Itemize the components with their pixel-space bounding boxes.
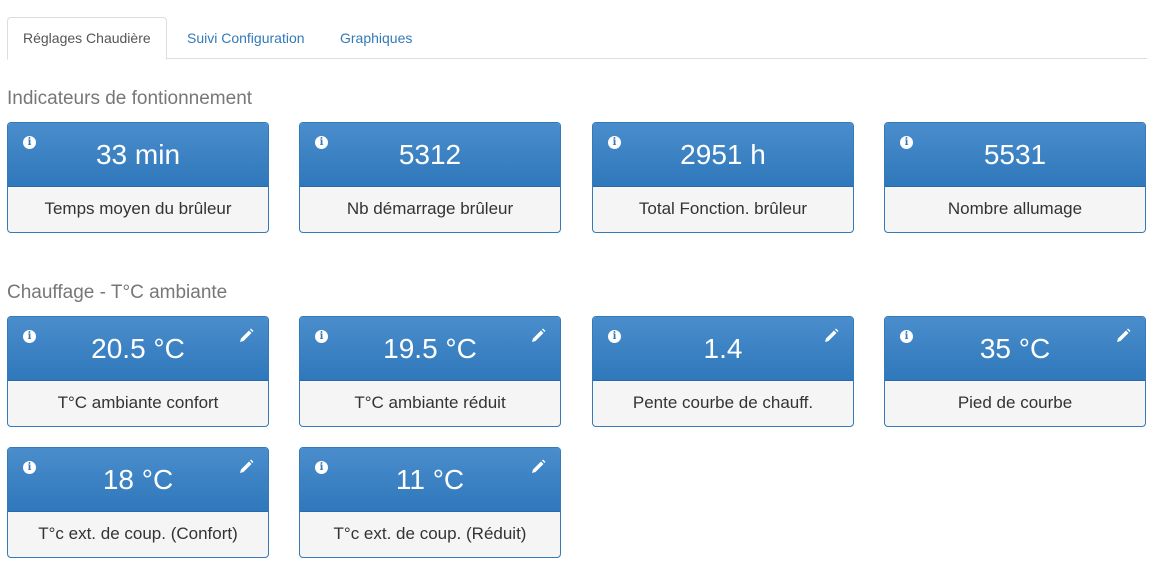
card-header: i 35 °C bbox=[885, 317, 1145, 381]
setting-card-coupure-reduit: i 11 °C T°c ext. de coup. (Réduit) bbox=[299, 447, 561, 558]
card-header: i 1.4 bbox=[593, 317, 853, 381]
setting-card-coupure-confort: i 18 °C T°c ext. de coup. (Confort) bbox=[7, 447, 269, 558]
card-value: 11 °C bbox=[395, 464, 465, 495]
card-value: 2951 h bbox=[680, 139, 766, 170]
card-label: Nombre allumage bbox=[947, 199, 1083, 218]
card-value: 5312 bbox=[398, 139, 462, 170]
card-label: T°c ext. de coup. (Réduit) bbox=[333, 524, 527, 543]
pencil-icon[interactable] bbox=[1115, 328, 1131, 344]
tab-bar: Réglages Chaudière Suivi Configuration G… bbox=[7, 17, 1147, 60]
card-value: 35 °C bbox=[979, 333, 1051, 364]
indicator-card-nb-demarrage: i 5312 Nb démarrage brûleur bbox=[299, 122, 561, 233]
tab-reglages-chaudiere[interactable]: Réglages Chaudière bbox=[7, 17, 167, 60]
card-value: 18 °C bbox=[102, 464, 174, 495]
card-label: Total Fonction. brûleur bbox=[638, 199, 808, 218]
setting-card-pente-courbe: i 1.4 Pente courbe de chauff. bbox=[592, 316, 854, 427]
card-value: 5531 bbox=[983, 139, 1047, 170]
card-header: i 18 °C bbox=[8, 448, 268, 512]
card-header: i 5312 bbox=[300, 123, 560, 187]
card-label: Pied de courbe bbox=[957, 393, 1073, 412]
card-label: T°c ext. de coup. (Confort) bbox=[38, 524, 238, 543]
setting-card-ambiante-confort: i 20.5 °C T°C ambiante confort bbox=[7, 316, 269, 427]
card-label: Nb démarrage brûleur bbox=[346, 199, 514, 218]
indicator-card-total-fonction: i 2951 h Total Fonction. brûleur bbox=[592, 122, 854, 233]
card-header: i 11 °C bbox=[300, 448, 560, 512]
card-header: i 2951 h bbox=[593, 123, 853, 187]
pencil-icon[interactable] bbox=[823, 328, 839, 344]
card-value: 20.5 °C bbox=[91, 333, 185, 364]
pencil-icon[interactable] bbox=[530, 328, 546, 344]
tab-graphiques[interactable]: Graphiques bbox=[340, 17, 412, 59]
indicator-card-nombre-allumage: i 5531 Nombre allumage bbox=[884, 122, 1146, 233]
card-header: i 20.5 °C bbox=[8, 317, 268, 381]
card-header: i 33 min bbox=[8, 123, 268, 187]
card-label: Temps moyen du brûleur bbox=[44, 199, 232, 218]
card-value: 19.5 °C bbox=[383, 333, 477, 364]
setting-card-ambiante-reduit: i 19.5 °C T°C ambiante réduit bbox=[299, 316, 561, 427]
card-label: T°C ambiante confort bbox=[57, 393, 219, 412]
card-header: i 19.5 °C bbox=[300, 317, 560, 381]
card-label: Pente courbe de chauff. bbox=[632, 393, 814, 412]
pencil-icon[interactable] bbox=[238, 328, 254, 344]
card-header: i 5531 bbox=[885, 123, 1145, 187]
setting-card-pied-de-courbe: i 35 °C Pied de courbe bbox=[884, 316, 1146, 427]
pencil-icon[interactable] bbox=[530, 459, 546, 475]
indicator-card-temps-moyen: i 33 min Temps moyen du brûleur bbox=[7, 122, 269, 233]
card-value: 33 min bbox=[95, 139, 181, 170]
card-label: T°C ambiante réduit bbox=[354, 393, 506, 412]
tab-suivi-configuration[interactable]: Suivi Configuration bbox=[187, 17, 305, 59]
pencil-icon[interactable] bbox=[238, 459, 254, 475]
section-title-indicateurs: Indicateurs de fontionnement bbox=[7, 88, 253, 109]
card-value: 1.4 bbox=[703, 333, 743, 364]
section-title-chauffage: Chauffage - T°C ambiante bbox=[7, 282, 228, 303]
